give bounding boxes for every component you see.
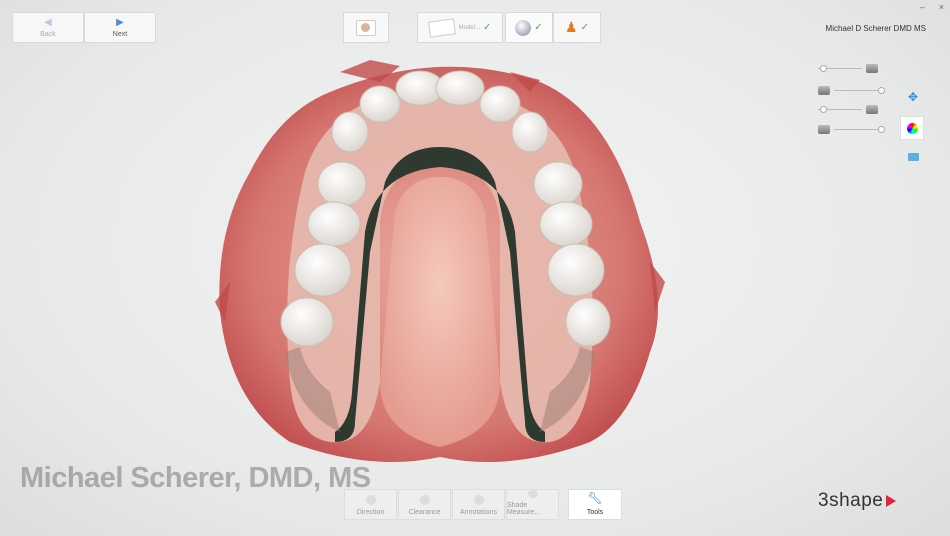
visibility-slider-3[interactable] (818, 103, 878, 115)
step-scan[interactable]: ✓ (505, 12, 553, 43)
dental-scan-model[interactable] (210, 52, 670, 472)
brand-logo: 3shape (818, 490, 897, 512)
check-icon: ✓ (580, 22, 589, 33)
tools-label: Tools (586, 509, 604, 516)
direction-label: Direction (356, 509, 385, 516)
step-patient[interactable] (343, 12, 389, 43)
visibility-slider-1[interactable] (818, 62, 878, 74)
close-button[interactable]: × (939, 2, 944, 12)
annotations-button[interactable]: Annotations (452, 489, 505, 520)
logo-triangle-icon (886, 495, 897, 507)
model-thumb-icon (865, 104, 878, 114)
model-thumb-icon (818, 124, 831, 134)
model-thumb-icon (865, 63, 878, 73)
color-wheel-icon[interactable] (900, 116, 924, 140)
watermark-text: Michael Scherer, DMD, MS (20, 462, 371, 494)
back-label: Back (40, 30, 56, 38)
clearance-icon (419, 495, 430, 505)
order-sub-label: Model... (458, 24, 480, 31)
logo-text: 3shape (818, 490, 884, 511)
clearance-label: Clearance (408, 509, 441, 516)
shade-measure-button[interactable]: Shade Measure... (506, 489, 559, 520)
user-name: Michael D Scherer DMD MS (825, 24, 926, 33)
next-label: Next (112, 30, 128, 38)
check-icon: ✓ (534, 22, 543, 33)
back-button[interactable]: ◀ Back (12, 12, 84, 43)
arrow-right-icon: ▶ (116, 16, 124, 28)
step-design[interactable]: ♟ ✓ (553, 12, 601, 43)
wrench-icon: 🔧︎ (587, 491, 603, 505)
minimize-button[interactable]: – (920, 2, 925, 12)
next-button[interactable]: ▶ Next (84, 12, 156, 43)
visibility-slider-4[interactable] (818, 123, 886, 135)
patient-card-icon (356, 19, 376, 36)
order-form-icon (427, 17, 456, 38)
clearance-button[interactable]: Clearance (398, 489, 451, 520)
shade-icon[interactable] (902, 146, 924, 168)
visibility-slider-2[interactable] (818, 84, 886, 96)
annotations-label: Annotations (460, 509, 497, 516)
shade-measure-label: Shade Measure... (507, 502, 541, 516)
people-icon: ♟ (565, 19, 578, 35)
move-icon[interactable]: ✥ (902, 86, 924, 108)
scan-icon (515, 19, 532, 36)
shade-measure-icon (527, 490, 538, 498)
direction-icon (365, 495, 376, 505)
arrow-left-icon: ◀ (44, 16, 52, 28)
check-icon: ✓ (482, 22, 492, 33)
step-order[interactable]: Model... ✓ (417, 12, 503, 43)
bottom-toolbar: Direction Clearance Annotations Shade Me… (344, 489, 623, 520)
model-thumb-icon (818, 85, 831, 95)
window-controls: – × (920, 2, 944, 12)
direction-button[interactable]: Direction (344, 489, 397, 520)
annotations-icon (473, 495, 484, 505)
tools-button[interactable]: 🔧︎ Tools (568, 489, 622, 520)
